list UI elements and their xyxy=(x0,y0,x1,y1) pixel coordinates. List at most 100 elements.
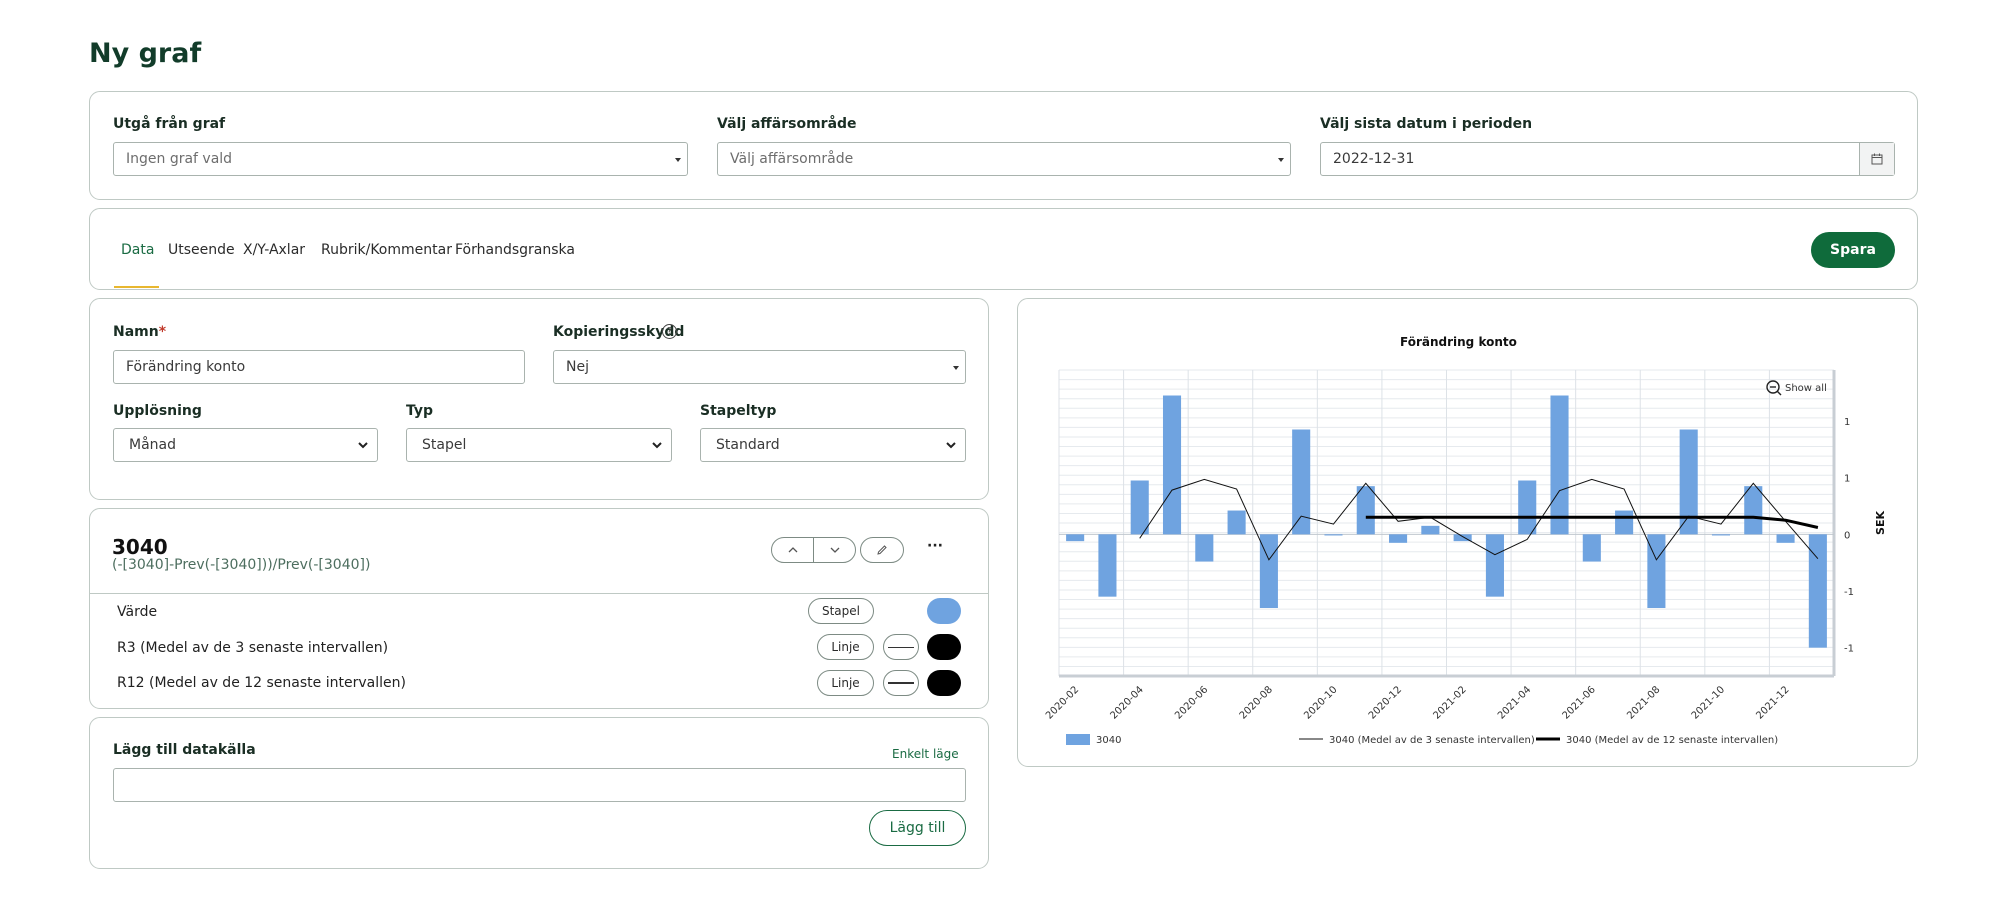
required-mark: * xyxy=(158,324,167,340)
base-graph-placeholder: Ingen graf vald xyxy=(126,151,233,167)
bar xyxy=(1421,525,1440,535)
x-tick-label: 2020-06 xyxy=(1173,684,1210,721)
x-tick-label: 2021-02 xyxy=(1431,684,1468,721)
r3-line-style[interactable] xyxy=(883,634,919,660)
tab-axes[interactable]: X/Y-Axlar xyxy=(243,242,305,258)
chart-plot: 1 1 0 -1 -1 SEK 2020-02 2020-04 2020-06 2020-08 20… xyxy=(1044,369,1887,746)
bar xyxy=(1324,534,1343,536)
move-up-button[interactable] xyxy=(771,537,814,563)
last-date-input[interactable]: 2022-12-31 xyxy=(1320,142,1895,176)
value-row-label: Värde xyxy=(117,604,158,620)
bar-type-label: Stapeltyp xyxy=(700,403,777,419)
business-area-placeholder: Välj affärsområde xyxy=(730,151,854,167)
y-tick-label: -1 xyxy=(1844,644,1854,655)
base-graph-label: Utgå från graf xyxy=(113,116,226,132)
tab-data[interactable]: Data xyxy=(121,242,154,258)
bar xyxy=(1292,429,1311,535)
copy-protect-select[interactable]: Nej xyxy=(553,350,966,384)
chevron-up-icon xyxy=(788,547,797,553)
x-tick-label: 2021-10 xyxy=(1690,684,1727,721)
value-color-swatch[interactable] xyxy=(927,598,961,624)
legend-label: 3040 (Medel av de 12 senaste intervallen… xyxy=(1566,735,1778,746)
series-divider xyxy=(89,593,989,594)
name-label-text: Namn xyxy=(113,324,159,340)
help-icon[interactable]: ? xyxy=(662,324,677,339)
add-source-label: Lägg till datakälla xyxy=(113,742,256,758)
caret-down-icon xyxy=(675,158,681,162)
x-tick-label: 2020-10 xyxy=(1302,684,1339,721)
bar-type-select[interactable]: Standard xyxy=(700,428,966,462)
legend-label: 3040 xyxy=(1096,735,1121,746)
r12-type-button[interactable]: Linje xyxy=(817,670,874,696)
name-value: Förändring konto xyxy=(126,359,246,375)
calendar-icon[interactable] xyxy=(1859,143,1894,175)
zoom-out-icon-handle xyxy=(1776,390,1782,396)
x-tick-label: 2021-04 xyxy=(1496,684,1533,721)
r12-row-label: R12 (Medel av de 12 senaste intervallen) xyxy=(117,675,406,691)
x-tick-label: 2021-08 xyxy=(1625,684,1662,721)
business-area-label: Välj affärsområde xyxy=(717,116,857,132)
r12-color-swatch[interactable] xyxy=(927,670,961,696)
tab-preview[interactable]: Förhandsgranska xyxy=(455,242,575,258)
series-formula: (-[3040]-Prev(-[3040]))/Prev(-[3040]) xyxy=(112,557,371,573)
show-all-button[interactable]: Show all xyxy=(1766,380,1827,396)
resolution-select[interactable]: Månad xyxy=(113,428,378,462)
edit-button[interactable] xyxy=(860,537,904,563)
copy-protect-value: Nej xyxy=(566,359,589,375)
resolution-label: Upplösning xyxy=(113,403,202,419)
bar xyxy=(1776,534,1795,543)
name-input[interactable]: Förändring konto xyxy=(113,350,525,384)
business-area-select[interactable]: Välj affärsområde xyxy=(717,142,1291,176)
x-tick-label: 2020-08 xyxy=(1238,684,1275,721)
caret-down-icon xyxy=(1278,158,1284,162)
type-value: Stapel xyxy=(422,437,467,453)
bar xyxy=(1582,534,1601,562)
legend-swatch-bar xyxy=(1066,734,1090,745)
caret-down-icon xyxy=(953,366,959,370)
add-source-input[interactable] xyxy=(113,768,966,802)
value-type-button[interactable]: Stapel xyxy=(808,598,874,624)
r12-line-style[interactable] xyxy=(883,670,919,696)
x-tick-label: 2021-06 xyxy=(1561,684,1598,721)
legend-label: 3040 (Medel av de 3 senaste intervallen) xyxy=(1329,735,1535,746)
bar-type-value: Standard xyxy=(716,437,780,453)
bar xyxy=(1711,534,1731,536)
last-date-label: Välj sista datum i perioden xyxy=(1320,116,1533,132)
base-graph-select[interactable]: Ingen graf vald xyxy=(113,142,688,176)
tab-appearance[interactable]: Utseende xyxy=(168,242,235,258)
x-tick-label: 2020-02 xyxy=(1044,684,1081,721)
simple-mode-link[interactable]: Enkelt läge xyxy=(892,747,959,761)
move-down-button[interactable] xyxy=(813,537,856,563)
bar xyxy=(1518,480,1537,535)
bar xyxy=(1485,534,1504,597)
bar xyxy=(1356,486,1375,535)
x-tick-label: 2020-04 xyxy=(1109,684,1146,721)
bar xyxy=(1162,395,1182,535)
active-tab-indicator xyxy=(114,286,159,288)
r3-type-button[interactable]: Linje xyxy=(817,634,874,660)
settings-card xyxy=(89,298,989,500)
r3-color-swatch[interactable] xyxy=(927,634,961,660)
type-select[interactable]: Stapel xyxy=(406,428,672,462)
y-tick-label: 0 xyxy=(1844,530,1850,541)
bar xyxy=(1615,510,1634,535)
resolution-value: Månad xyxy=(129,437,176,453)
bar xyxy=(1066,534,1085,542)
r3-row-label: R3 (Medel av de 3 senaste intervallen) xyxy=(117,640,389,656)
tab-title-comment[interactable]: Rubrik/Kommentar xyxy=(321,242,452,258)
last-date-value: 2022-12-31 xyxy=(1333,151,1415,167)
pencil-icon xyxy=(877,545,887,555)
bar xyxy=(1098,534,1117,597)
save-button[interactable]: Spara xyxy=(1811,232,1895,268)
bar xyxy=(1744,486,1763,535)
series-title: 3040 xyxy=(112,535,168,559)
y-tick-label: 1 xyxy=(1844,417,1850,428)
type-label: Typ xyxy=(406,403,434,419)
chevron-down-icon xyxy=(945,439,957,451)
x-tick-label: 2020-12 xyxy=(1367,684,1404,721)
add-button[interactable]: Lägg till xyxy=(869,810,966,846)
bar xyxy=(1227,510,1246,535)
more-options-button[interactable]: ··· xyxy=(927,538,943,554)
chevron-down-icon xyxy=(651,439,663,451)
chevron-down-icon xyxy=(357,439,369,451)
